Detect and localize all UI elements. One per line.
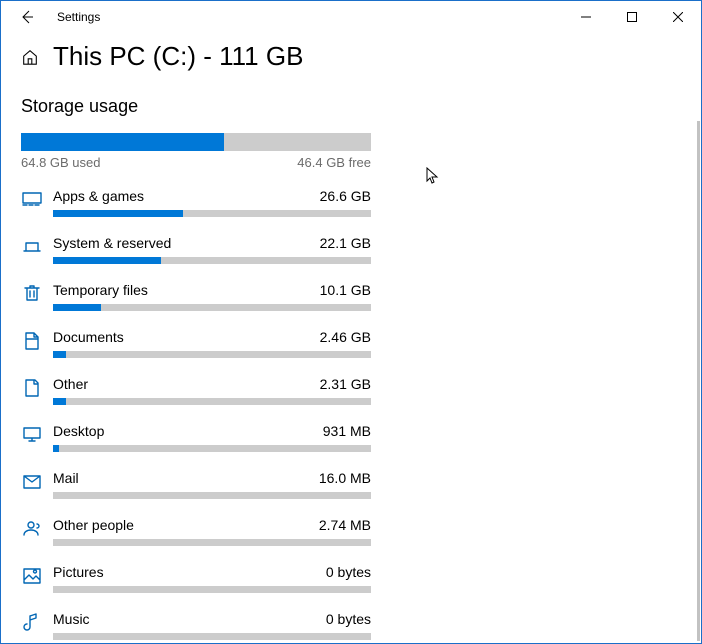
category-bar-fill: [53, 351, 66, 358]
category-bar-fill: [53, 210, 183, 217]
category-name: Apps & games: [53, 188, 144, 204]
category-bar: [53, 304, 371, 311]
trash-icon: [21, 284, 43, 304]
overall-usage-bar: [21, 133, 371, 151]
documents-icon: [21, 331, 43, 351]
category-row[interactable]: Apps & games 26.6 GB: [21, 188, 371, 217]
category-name: Mail: [53, 470, 79, 486]
category-bar: [53, 586, 371, 593]
category-row[interactable]: Mail 16.0 MB: [21, 470, 371, 499]
category-row[interactable]: Other people 2.74 MB: [21, 517, 371, 546]
category-name: Temporary files: [53, 282, 148, 298]
category-bar-fill: [53, 445, 59, 452]
overall-usage-fill: [21, 133, 224, 151]
used-label: 64.8 GB used: [21, 155, 101, 170]
mail-icon: [21, 472, 43, 492]
category-name: Desktop: [53, 423, 104, 439]
category-bar: [53, 257, 371, 264]
category-bar: [53, 398, 371, 405]
category-row[interactable]: Temporary files 10.1 GB: [21, 282, 371, 311]
system-icon: [21, 237, 43, 257]
maximize-button[interactable]: [609, 1, 655, 33]
category-list: Apps & games 26.6 GB System & reserved 22.1…: [21, 188, 371, 640]
category-size: 931 MB: [323, 423, 371, 439]
category-row[interactable]: System & reserved 22.1 GB: [21, 235, 371, 264]
category-size: 22.1 GB: [320, 235, 371, 251]
section-title: Storage usage: [21, 96, 371, 117]
category-size: 0 bytes: [326, 611, 371, 627]
category-row[interactable]: Documents 2.46 GB: [21, 329, 371, 358]
category-bar: [53, 539, 371, 546]
category-bar-fill: [53, 304, 101, 311]
other-icon: [21, 378, 43, 398]
category-size: 2.46 GB: [320, 329, 371, 345]
apps-icon: [21, 190, 43, 210]
category-bar: [53, 445, 371, 452]
category-bar: [53, 210, 371, 217]
category-row[interactable]: Desktop 931 MB: [21, 423, 371, 452]
home-button[interactable]: [21, 48, 39, 66]
category-bar-fill: [53, 257, 161, 264]
category-size: 26.6 GB: [320, 188, 371, 204]
category-bar: [53, 351, 371, 358]
desktop-icon: [21, 425, 43, 445]
category-size: 16.0 MB: [319, 470, 371, 486]
category-bar-fill: [53, 398, 66, 405]
category-bar: [53, 633, 371, 640]
home-icon: [21, 48, 39, 66]
minimize-button[interactable]: [563, 1, 609, 33]
category-row[interactable]: Other 2.31 GB: [21, 376, 371, 405]
category-name: Music: [53, 611, 90, 627]
category-size: 10.1 GB: [320, 282, 371, 298]
page-title: This PC (C:) - 111 GB: [53, 41, 303, 72]
back-button[interactable]: [9, 1, 45, 33]
mouse-cursor: [426, 167, 442, 185]
people-icon: [21, 519, 43, 539]
close-button[interactable]: [655, 1, 701, 33]
free-label: 46.4 GB free: [297, 155, 371, 170]
category-size: 0 bytes: [326, 564, 371, 580]
category-size: 2.31 GB: [320, 376, 371, 392]
category-name: Other people: [53, 517, 134, 533]
category-row[interactable]: Pictures 0 bytes: [21, 564, 371, 593]
window-title: Settings: [57, 10, 100, 24]
category-bar: [53, 492, 371, 499]
category-name: Documents: [53, 329, 124, 345]
category-name: System & reserved: [53, 235, 171, 251]
category-name: Other: [53, 376, 88, 392]
pictures-icon: [21, 566, 43, 586]
scrollbar[interactable]: [697, 121, 700, 641]
category-row[interactable]: Music 0 bytes: [21, 611, 371, 640]
music-icon: [21, 613, 43, 633]
category-name: Pictures: [53, 564, 104, 580]
category-size: 2.74 MB: [319, 517, 371, 533]
